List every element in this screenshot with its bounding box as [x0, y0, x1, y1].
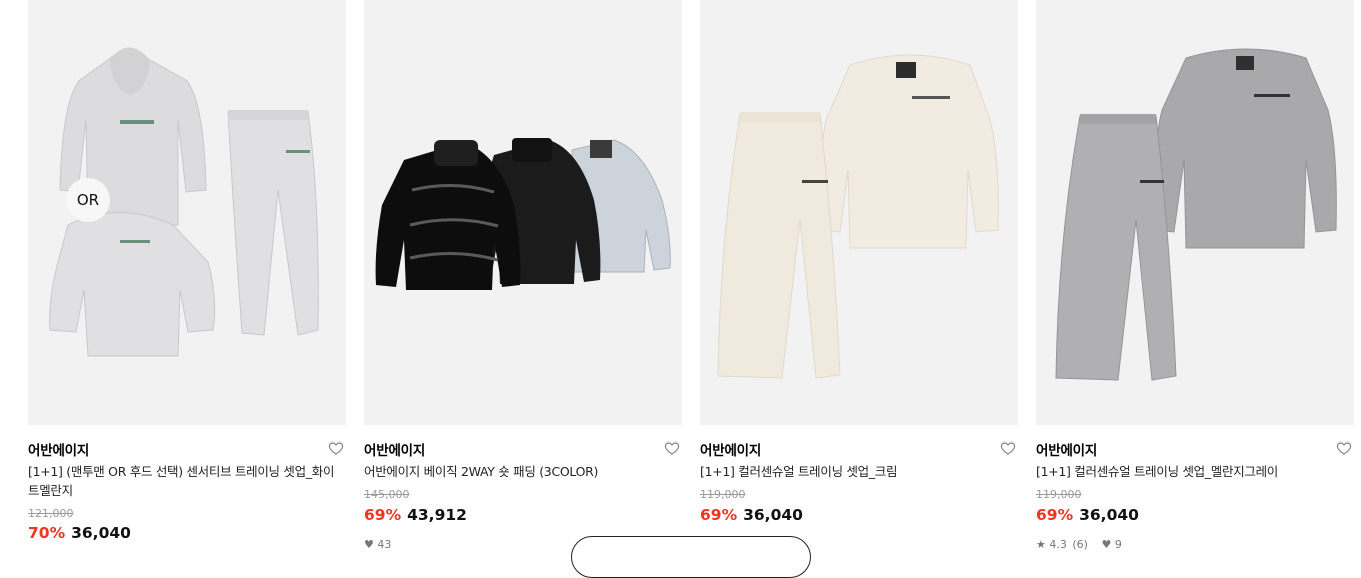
product-image[interactable]	[700, 0, 1018, 425]
sale-price: 43,912	[407, 506, 467, 524]
price-row: 69% 36,040	[700, 506, 803, 524]
discount-rate: 69%	[364, 506, 402, 524]
review-count: (6)	[1072, 537, 1088, 551]
price-row: 69% 36,040	[1036, 506, 1139, 524]
discount-rate: 69%	[1036, 506, 1074, 524]
price-row: 70% 36,040	[28, 524, 131, 542]
product-card-4[interactable]: 어반에이지 [1+1] 컬러센슈얼 트레이닝 셋업_멜란지그레이 119,000…	[1036, 0, 1354, 552]
product-card-3[interactable]: 어반에이지 [1+1] 컬러센슈얼 트레이닝 셋업_크림 119,000 69%…	[700, 0, 1018, 552]
brand-name[interactable]: 어반에이지	[364, 439, 425, 459]
brand-name[interactable]: 어반에이지	[1036, 439, 1097, 459]
product-card-2[interactable]: 어반에이지 어반에이지 베이직 2WAY 숏 패딩 (3COLOR) 145,0…	[364, 0, 682, 552]
product-card-1[interactable]: OR 어반에이지 [1+1] (맨투맨 OR 후드 선택) 센서티브 트레이닝 …	[28, 0, 346, 552]
heart-count-icon: ♥	[364, 537, 374, 551]
original-price: 119,000	[700, 488, 746, 501]
heart-icon[interactable]	[328, 440, 344, 456]
card-meta: ♥ 43	[364, 537, 391, 551]
sale-price: 36,040	[1079, 506, 1139, 524]
sale-price: 36,040	[743, 506, 803, 524]
discount-rate: 70%	[28, 524, 66, 542]
product-title[interactable]: [1+1] 컬러센슈얼 트레이닝 셋업_멜란지그레이	[1036, 462, 1346, 481]
like-count: 43	[377, 537, 392, 551]
like-count: 9	[1114, 537, 1122, 551]
floating-button[interactable]	[571, 536, 811, 578]
card-meta: ★ 4.3 (6) ♥ 9	[1036, 537, 1122, 551]
heart-icon[interactable]	[1336, 440, 1352, 456]
original-price: 119,000	[1036, 488, 1082, 501]
product-image[interactable]	[1036, 0, 1354, 425]
heart-icon[interactable]	[664, 440, 680, 456]
brand-name[interactable]: 어반에이지	[28, 439, 89, 459]
sale-price: 36,040	[71, 524, 131, 542]
badge-label: OR	[76, 191, 100, 209]
product-image[interactable]	[364, 0, 682, 425]
product-title[interactable]: [1+1] 컬러센슈얼 트레이닝 셋업_크림	[700, 462, 1010, 481]
rating-value: 4.3	[1049, 537, 1067, 551]
product-image[interactable]: OR	[28, 0, 346, 425]
heart-count-icon: ♥	[1101, 537, 1112, 551]
original-price: 121,000	[28, 507, 74, 520]
product-title[interactable]: [1+1] (맨투맨 OR 후드 선택) 센서티브 트레이닝 셋업_화이트멜란지	[28, 462, 338, 500]
original-price: 145,000	[364, 488, 410, 501]
brand-name[interactable]: 어반에이지	[700, 439, 761, 459]
product-title[interactable]: 어반에이지 베이직 2WAY 숏 패딩 (3COLOR)	[364, 462, 674, 481]
heart-icon[interactable]	[1000, 440, 1016, 456]
discount-rate: 69%	[700, 506, 738, 524]
or-badge: OR	[66, 178, 110, 222]
price-row: 69% 43,912	[364, 506, 467, 524]
star-icon: ★	[1036, 537, 1046, 551]
